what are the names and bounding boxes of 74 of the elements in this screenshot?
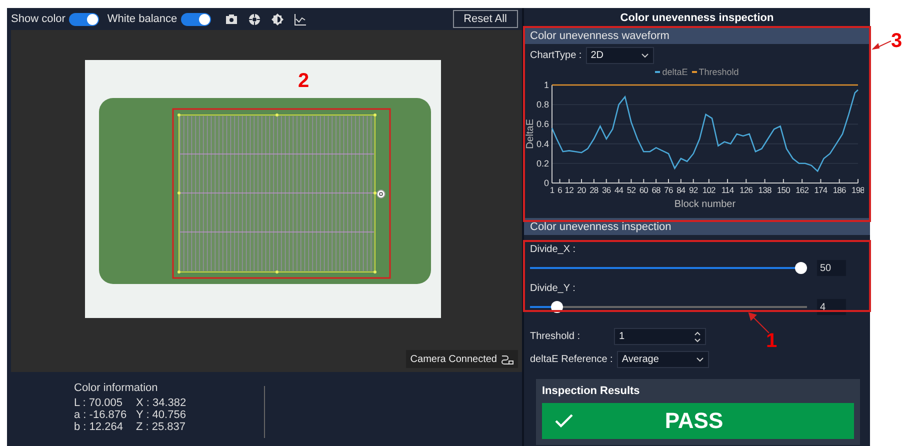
reset-all-button[interactable]: Reset All — [452, 10, 518, 28]
axis-tick-label: 0.8 — [536, 100, 549, 110]
section-header: Color unevenness waveform — [524, 27, 870, 44]
camera-status: Camera Connected — [410, 354, 497, 364]
callout-number: 1 — [766, 330, 778, 353]
pass-banner: PASS — [542, 403, 854, 439]
axis-tick-label: 60 — [639, 185, 648, 195]
color-value: Y : 40.756 — [136, 409, 187, 421]
axis-tick-label: 0.2 — [536, 158, 549, 168]
axis-tick-label: 76 — [664, 185, 673, 195]
legend-item: deltaE — [655, 67, 688, 77]
legend-item: Threshold — [692, 67, 739, 77]
axis-tick-label: 92 — [689, 185, 698, 195]
axis-tick-label: 52 — [626, 185, 636, 195]
rotate-handle-icon[interactable] — [376, 190, 386, 198]
color-value: b : 12.264 — [74, 421, 124, 433]
callout-number: 2 — [298, 70, 310, 93]
axis-tick-label: 162 — [796, 185, 809, 195]
axis-tick-label: 0.6 — [536, 119, 549, 130]
threshold-label: Threshold : — [530, 331, 582, 342]
slider-label: Divide_X : — [530, 244, 576, 255]
axis-tick-label: 44 — [614, 185, 624, 195]
aperture-icon[interactable] — [248, 12, 262, 26]
axis-tick-label: 12 — [564, 185, 574, 195]
axis-tick-label: 0.4 — [536, 138, 549, 149]
chart-type-label: ChartType : — [530, 50, 582, 61]
reference-dropdown[interactable]: Average — [616, 351, 709, 368]
color-value: Z : 25.837 — [136, 421, 187, 433]
chart-type-dropdown[interactable]: 2D — [586, 47, 654, 64]
slider-value-field[interactable]: 50 — [817, 260, 846, 276]
axis-tick-label: 0 — [544, 178, 549, 188]
connection-icon — [501, 353, 514, 365]
axis-tick-label: 68 — [652, 185, 660, 195]
slider-thumb[interactable] — [795, 262, 807, 274]
axis-tick-label: 1 — [550, 185, 554, 195]
callout-arrow — [748, 312, 770, 334]
toggle-switch[interactable] — [181, 12, 212, 26]
checkmark-icon — [554, 413, 574, 429]
callout-arrow — [872, 40, 892, 50]
toggle-switch[interactable] — [69, 12, 100, 26]
results-title: Inspection Results — [542, 385, 641, 397]
chevron-down-icon — [640, 53, 649, 58]
line-chart-icon[interactable] — [294, 12, 308, 26]
toggle-label: White balance — [107, 13, 178, 25]
camera-icon[interactable] — [225, 12, 238, 26]
axis-tick-label: 186 — [832, 185, 846, 195]
toggle-label: Show color — [11, 13, 66, 25]
axis-tick-label: 198 — [852, 185, 864, 195]
color-info-title: Color information — [74, 382, 159, 394]
axis-tick-label: 28 — [590, 185, 598, 195]
color-value: L : 70.005 — [74, 397, 124, 409]
color-value: X : 34.382 — [136, 397, 188, 409]
slider-label: Divide_Y : — [530, 283, 576, 294]
callout-number: 3 — [891, 30, 902, 53]
axis-tick-label: 138 — [758, 185, 772, 195]
axis-title: DeltaE — [525, 119, 536, 149]
spin-arrows-icon[interactable] — [694, 330, 701, 342]
panel-title: Color unevenness inspection — [619, 10, 775, 26]
axis-tick-label: 1 — [544, 80, 549, 90]
brightness-icon[interactable] — [271, 12, 284, 26]
axis-tick-label: 20 — [577, 185, 586, 195]
axis-title: Block number — [674, 199, 736, 210]
axis-tick-label: 126 — [740, 185, 753, 195]
axis-tick-label: 114 — [721, 185, 734, 195]
reference-label: deltaE Reference : — [530, 354, 613, 365]
color-value: a : -16.876 — [74, 409, 128, 421]
axis-tick-label: 174 — [814, 185, 828, 195]
axis-tick-label: 84 — [676, 185, 686, 195]
axis-tick-label: 6 — [558, 185, 562, 195]
threshold-spin-field[interactable]: 1 — [614, 328, 706, 345]
axis-tick-label: 36 — [602, 185, 611, 195]
axis-tick-label: 102 — [702, 185, 716, 195]
chevron-down-icon — [696, 357, 704, 362]
axis-tick-label: 150 — [776, 185, 790, 195]
